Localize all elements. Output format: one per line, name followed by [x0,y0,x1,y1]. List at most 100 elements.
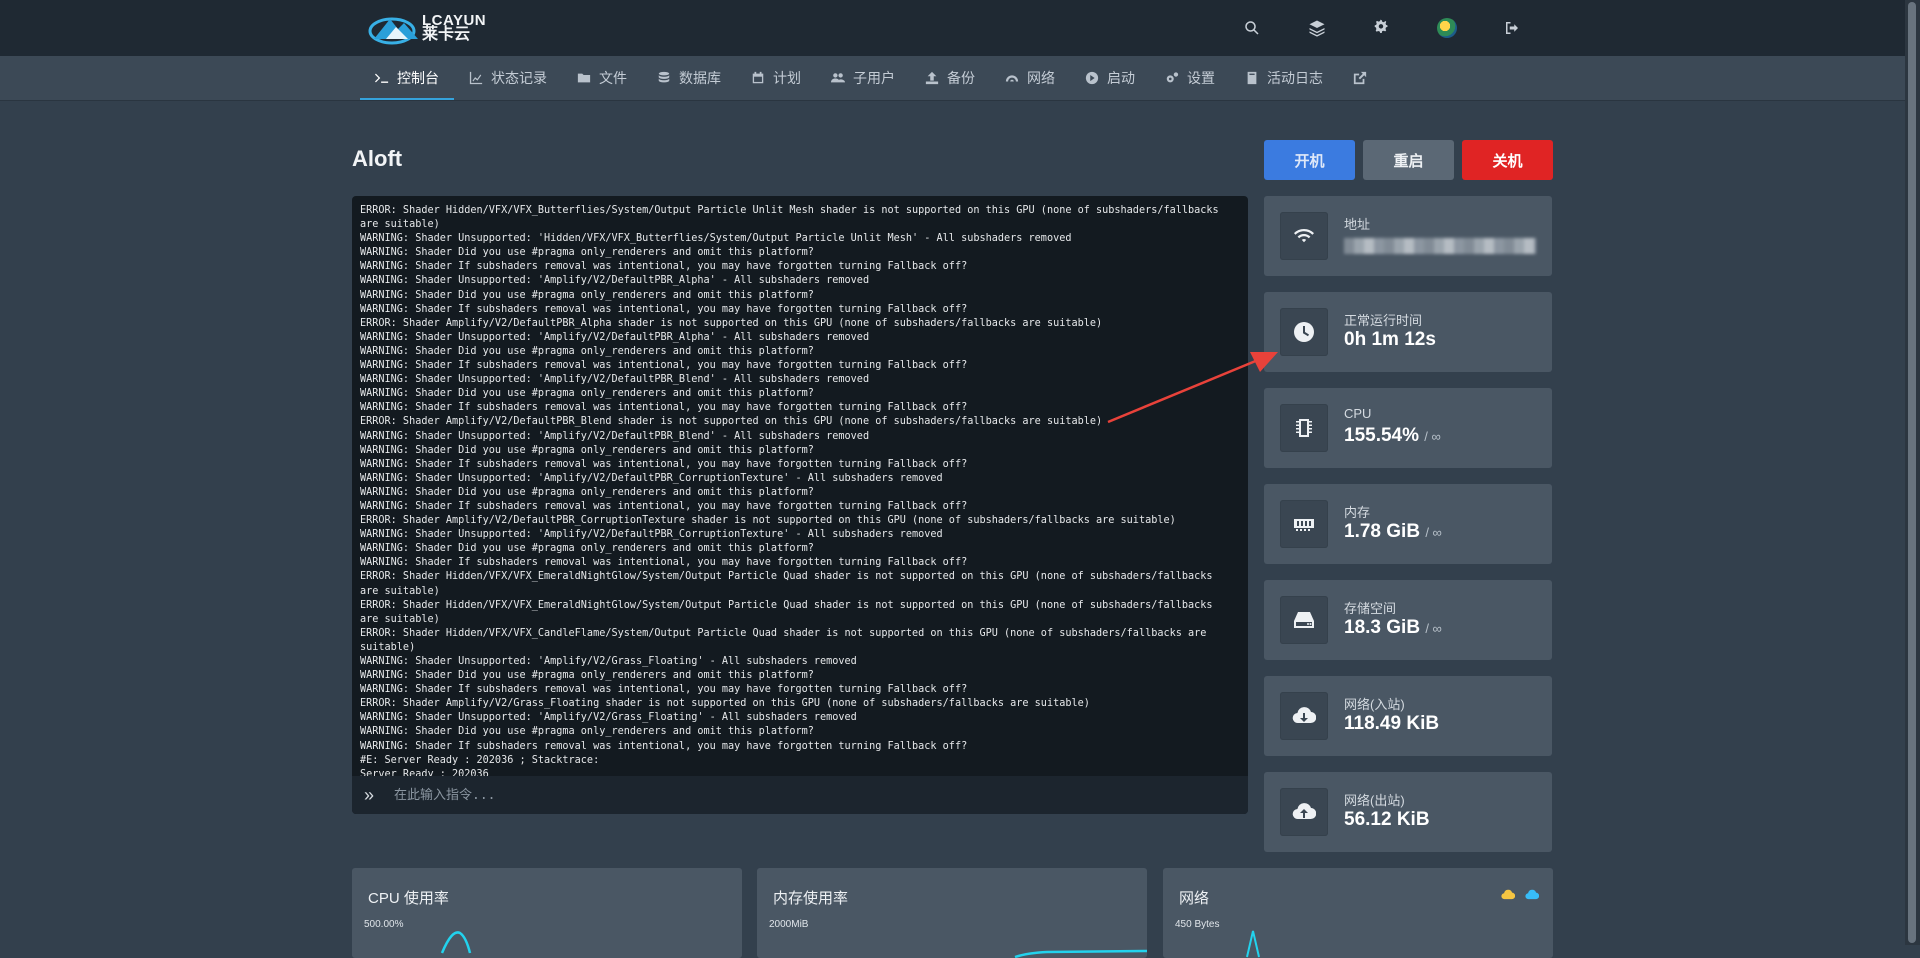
console-panel: ERROR: Shader Hidden/VFX/VFX_Butterflies… [352,196,1248,814]
cogs-icon[interactable] [1370,16,1394,40]
cogs-icon [1166,72,1179,83]
stat-label: 地址 [1344,217,1371,232]
console-line: WARNING: Shader Unsupported: 'Amplify/V2… [360,656,857,667]
graph-title: 网络 [1179,890,1210,907]
book-icon [1247,71,1257,85]
stat-value: 18.3 GiB / ∞ [1344,617,1442,639]
user-avatar[interactable] [1435,16,1459,40]
console-line: WARNING: Shader Unsupported: 'Amplify/V2… [360,275,870,287]
nav-network[interactable]: 网络 [990,56,1070,100]
memory-limit: / ∞ [1425,525,1442,540]
search-icon[interactable] [1240,16,1264,40]
stat-value: 0h 1m 12s [1344,329,1436,350]
nav-label: 计划 [773,70,801,86]
console-line: WARNING: Shader If subshaders removal wa… [360,557,968,569]
nav-schedules[interactable]: 计划 [736,56,816,100]
nav-label: 启动 [1107,70,1135,86]
nav-console[interactable]: 控制台 [360,56,454,100]
console-output[interactable]: ERROR: Shader Hidden/VFX/VFX_Butterflies… [360,204,1230,804]
stat-value: 56.12 KiB [1344,809,1430,830]
stat-network-out: 网络(出站) 56.12 KiB [1264,772,1552,852]
nav-label: 状态记录 [491,70,547,86]
chart-line-icon [469,71,483,85]
console-line: ERROR: Shader Hidden/VFX/VFX_Butterflies… [360,205,1225,231]
console-line: WARNING: Shader Unsupported: 'Hidden/VFX… [360,233,1072,245]
cpu-value: 155.54% [1344,425,1420,446]
stat-memory: 内存 1.78 GiB / ∞ [1264,484,1552,564]
nav-label: 文件 [599,70,627,86]
stat-label: 网络(入站) [1344,697,1405,712]
network-icon [1005,75,1019,82]
console-line: ERROR: Shader Hidden/VFX/VFX_EmeraldNigh… [360,571,1219,597]
stat-value: 155.54% / ∞ [1344,425,1441,447]
brand-logo[interactable]: LCAYUN 莱卡云 [368,10,486,46]
memory-icon [1280,500,1328,548]
calendar-icon [752,71,764,84]
restart-button[interactable]: 重启 [1363,140,1454,180]
console-line: WARNING: Shader Unsupported: 'Amplify/V2… [360,472,943,484]
logo-mountain-icon [368,11,428,45]
console-line: WARNING: Shader Unsupported: 'Amplify/V2… [360,712,857,724]
stat-label: 内存 [1344,505,1371,520]
nav-external-link[interactable] [1338,56,1390,100]
stat-label: CPU [1344,406,1372,421]
stop-button[interactable]: 关机 [1462,140,1553,180]
nav-activity-log[interactable]: 活动日志 [1230,56,1338,100]
disk-limit: / ∞ [1425,621,1442,636]
console-line: WARNING: Shader Did you use #pragma only… [360,486,814,498]
nav-status-records[interactable]: 状态记录 [454,56,562,100]
console-line: WARNING: Shader If subshaders removal wa… [360,500,968,512]
nav-label: 子用户 [853,70,895,86]
nav-startup[interactable]: 启动 [1070,56,1150,100]
console-line: ERROR: Shader Amplify/V2/DefaultPBR_Corr… [360,515,1176,527]
stat-cpu: CPU 155.54% / ∞ [1264,388,1552,468]
stat-value: 118.49 KiB [1344,713,1440,734]
nav-label: 控制台 [397,70,439,86]
top-header: LCAYUN 莱卡云 [0,0,1905,56]
stat-label: 网络(出站) [1344,793,1405,808]
start-button[interactable]: 开机 [1264,140,1355,180]
memory-value: 1.78 GiB [1344,521,1421,542]
cpu-graph-line [440,931,472,954]
brand-name-cn: 莱卡云 [422,26,471,43]
nav-databases[interactable]: 数据库 [642,56,736,100]
console-line: #E: Server Ready : 202036 ; Stacktrace: [360,754,600,766]
folder-icon [577,73,591,83]
nav-label: 备份 [947,70,975,86]
nav-files[interactable]: 文件 [562,56,642,100]
nav-backups[interactable]: 备份 [910,56,990,100]
graph-title: 内存使用率 [773,890,849,907]
memory-graph-line [1014,949,1147,958]
cloud-upload-legend-icon[interactable] [1525,888,1539,902]
console-line: WARNING: Shader Did you use #pragma only… [360,543,814,555]
command-input[interactable] [392,786,1196,804]
database-icon [658,71,670,83]
nav-settings[interactable]: 设置 [1150,56,1230,100]
console-line: WARNING: Shader Did you use #pragma only… [360,444,814,456]
wifi-icon [1280,212,1328,260]
nav-label: 数据库 [679,70,721,86]
console-line: WARNING: Shader If subshaders removal wa… [360,261,968,273]
logout-icon[interactable] [1500,16,1524,40]
cloud-upload-icon [1280,788,1328,836]
layers-icon[interactable] [1305,16,1329,40]
stat-uptime: 正常运行时间 0h 1m 12s [1264,292,1552,372]
server-name: Aloft [352,146,403,171]
hdd-icon [1280,596,1328,644]
console-line: WARNING: Shader Unsupported: 'Amplify/V2… [360,529,943,541]
console-line: WARNING: Shader If subshaders removal wa… [360,684,968,696]
page-scrollbar[interactable] [1905,0,1920,945]
stat-value: 1.78 GiB / ∞ [1344,521,1442,543]
nav-label: 设置 [1187,70,1215,86]
console-line: ERROR: Shader Amplify/V2/DefaultPBR_Alph… [360,317,1103,329]
nav-subusers[interactable]: 子用户 [816,56,910,100]
console-command-bar: » [352,776,1248,814]
terminal-icon [375,73,389,83]
console-line: WARNING: Shader Did you use #pragma only… [360,247,814,259]
console-line: WARNING: Shader If subshaders removal wa… [360,303,968,315]
nav-label: 网络 [1027,70,1055,86]
cloud-download-legend-icon[interactable] [1501,888,1515,902]
upload-icon [925,71,939,85]
chevron-right-icon: » [364,784,375,805]
stat-label: 正常运行时间 [1344,313,1423,328]
